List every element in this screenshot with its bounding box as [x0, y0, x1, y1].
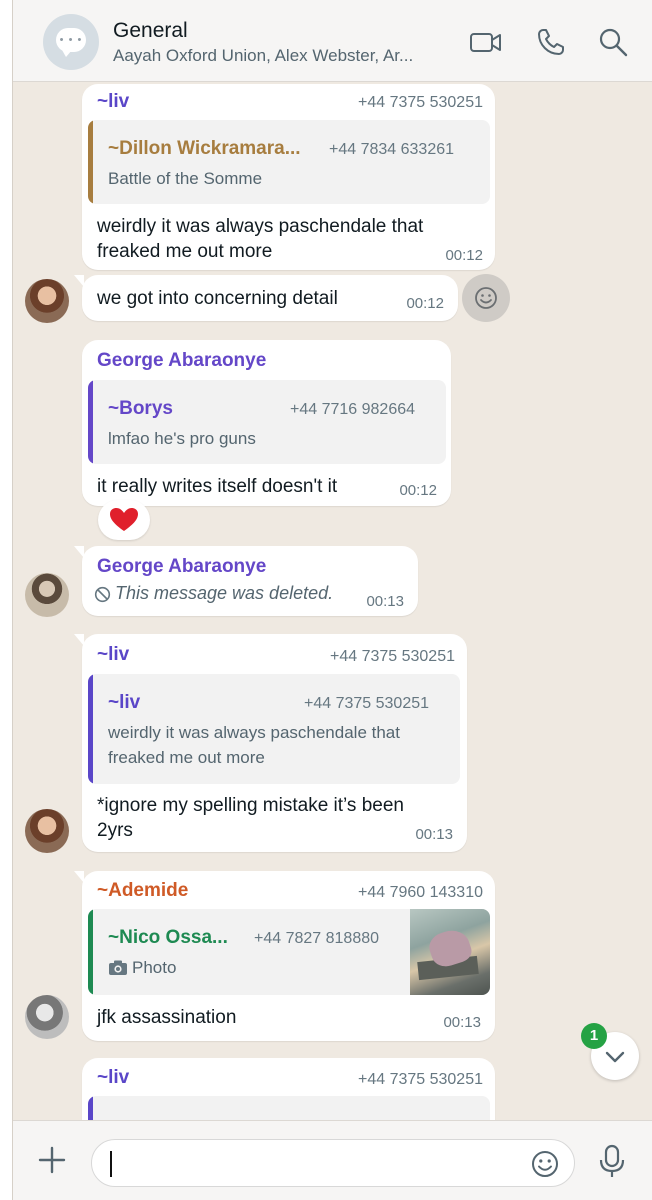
quote-bar — [88, 120, 93, 204]
sender-avatar[interactable] — [25, 809, 69, 853]
sender-name[interactable]: ~liv — [97, 644, 129, 666]
text-caret — [110, 1151, 112, 1177]
quote-bar — [88, 674, 93, 784]
message-line: freaked me out more — [97, 241, 273, 262]
emoji-icon[interactable] — [530, 1149, 560, 1179]
chat-members[interactable]: Aayah Oxford Union, Alex Webster, Ar... — [113, 46, 463, 66]
quote-line: weirdly it was always paschendale that — [108, 723, 400, 742]
sender-name[interactable]: George Abaraonye — [97, 350, 266, 372]
group-chat-icon: • • • — [56, 28, 86, 57]
message-bubble[interactable]: we got into concerning detail 00:12 — [74, 275, 458, 321]
message-time: 00:13 — [415, 826, 453, 843]
message-line: 2yrs — [97, 820, 133, 841]
unread-count-badge: 1 — [581, 1023, 607, 1049]
heart-icon — [110, 508, 138, 531]
composer-bar — [13, 1120, 652, 1200]
quoted-message[interactable]: ~Dillon Wickramara... +44 7834 633261 Ba… — [88, 120, 490, 204]
quote-text: Battle of the Somme — [108, 169, 263, 188]
deleted-message-text: This message was deleted. — [115, 583, 334, 603]
quote-bar — [88, 380, 93, 464]
quoted-photo-thumbnail[interactable] — [410, 909, 490, 995]
sender-name[interactable]: ~liv — [97, 1067, 129, 1089]
sender-avatar[interactable] — [25, 995, 69, 1039]
quoted-message[interactable] — [88, 1096, 490, 1120]
quote-phone: +44 7375 530251 — [304, 695, 430, 712]
message-line: *ignore my spelling mistake it’s been — [97, 795, 404, 816]
quoted-message[interactable]: ~Nico Ossa... +44 7827 818880 Photo — [88, 909, 490, 995]
message-line: weirdly it was always paschendale that — [97, 216, 424, 237]
message-bubble[interactable]: ~liv +44 7375 530251 ~Dillon Wickramara.… — [82, 84, 495, 270]
sender-name[interactable]: ~Ademide — [97, 880, 188, 902]
sender-avatar[interactable] — [25, 279, 69, 323]
chat-title[interactable]: General — [113, 19, 188, 43]
quote-phone: +44 7716 982664 — [290, 401, 416, 418]
sender-name[interactable]: ~liv — [97, 91, 129, 113]
message-bubble[interactable]: ~liv +44 7375 530251 ~liv +44 7375 53025… — [74, 634, 467, 852]
message-input[interactable] — [91, 1139, 575, 1187]
search-icon[interactable] — [595, 24, 631, 60]
quote-phone: +44 7827 818880 — [254, 930, 380, 947]
quote-text: lmfao he's pro guns — [108, 429, 256, 448]
video-call-icon[interactable] — [468, 24, 504, 60]
message-text: we got into concerning detail — [97, 288, 338, 309]
message-time: 00:12 — [406, 295, 444, 312]
message-time: 00:13 — [366, 593, 404, 610]
quote-bar — [88, 1096, 93, 1120]
message-text: weirdly it was always paschendale that f… — [97, 214, 423, 264]
sender-phone: +44 7960 143310 — [357, 884, 483, 901]
heart-reaction[interactable] — [98, 500, 150, 540]
sender-phone: +44 7375 530251 — [329, 648, 455, 665]
quote-bar — [88, 909, 93, 995]
message-bubble[interactable]: George Abaraonye ~Borys +44 7716 982664 … — [82, 340, 451, 506]
sender-phone: +44 7375 530251 — [357, 1071, 483, 1088]
emoji-icon — [475, 287, 497, 309]
message-time: 00:12 — [445, 247, 483, 264]
message-bubble[interactable]: ~liv +44 7375 530251 — [82, 1058, 495, 1120]
camera-icon — [109, 960, 127, 975]
plus-icon[interactable] — [37, 1145, 67, 1175]
add-reaction-button[interactable] — [462, 274, 510, 322]
group-avatar[interactable]: • • • — [43, 14, 99, 70]
message-text: it really writes itself doesn't it — [97, 476, 338, 497]
quote-sender: ~Nico Ossa... — [108, 927, 228, 948]
quote-text: Photo — [132, 958, 177, 977]
message-text: *ignore my spelling mistake it’s been 2y… — [97, 793, 404, 843]
message-time: 00:13 — [443, 1014, 481, 1031]
sender-phone: +44 7375 530251 — [357, 94, 483, 111]
quote-phone: +44 7834 633261 — [329, 141, 455, 158]
quote-line: freaked me out more — [108, 748, 265, 767]
voice-call-icon[interactable] — [533, 24, 569, 60]
quote-sender: ~Borys — [108, 398, 173, 419]
microphone-icon[interactable] — [597, 1143, 627, 1179]
deleted-icon — [94, 586, 111, 603]
message-text: jfk assassination — [97, 1007, 237, 1028]
quoted-message[interactable]: ~liv +44 7375 530251 weirdly it was alwa… — [88, 674, 460, 784]
sender-avatar[interactable] — [25, 573, 69, 617]
quote-sender: ~Dillon Wickramara... — [108, 138, 301, 159]
sender-name[interactable]: George Abaraonye — [97, 556, 266, 578]
message-time: 00:12 — [399, 482, 437, 499]
message-list[interactable]: ~liv +44 7375 530251 ~Dillon Wickramara.… — [13, 82, 652, 1120]
chat-window: • • • General Aayah Oxford Union, Alex W… — [12, 0, 652, 1200]
quoted-message[interactable]: ~Borys +44 7716 982664 lmfao he's pro gu… — [88, 380, 446, 464]
quote-sender: ~liv — [108, 692, 141, 713]
message-bubble[interactable]: George Abaraonye This message was delete… — [74, 546, 418, 616]
chat-header[interactable]: • • • General Aayah Oxford Union, Alex W… — [13, 0, 652, 82]
message-bubble[interactable]: ~Ademide +44 7960 143310 ~Nico Ossa... +… — [74, 871, 495, 1041]
quote-text: weirdly it was always paschendale that f… — [108, 720, 400, 770]
